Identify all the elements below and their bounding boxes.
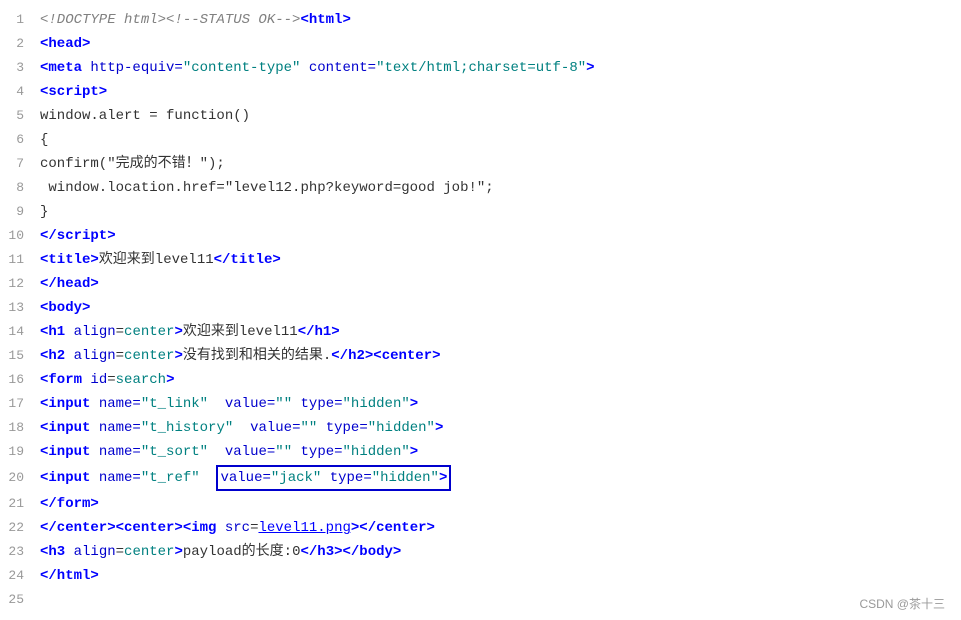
table-row: 25: [0, 588, 961, 612]
table-row: 10</script>: [0, 224, 961, 248]
line-content: <body>: [36, 297, 961, 319]
table-row: 13<body>: [0, 296, 961, 320]
table-row: 14<h1 align=center>欢迎来到level11</h1>: [0, 320, 961, 344]
line-number: 16: [0, 369, 36, 391]
line-content: </center><center><img src=level11.png></…: [36, 517, 961, 539]
line-number: 14: [0, 321, 36, 343]
line-number: 6: [0, 129, 36, 151]
table-row: 24</html>: [0, 564, 961, 588]
line-content: window.location.href="level12.php?keywor…: [36, 177, 961, 199]
line-number: 3: [0, 57, 36, 79]
line-content: <h2 align=center>没有找到和相关的结果.</h2><center…: [36, 345, 961, 367]
footer-label: CSDN @茶十三: [859, 595, 945, 612]
table-row: 3<meta http-equiv="content-type" content…: [0, 56, 961, 80]
table-row: 1<!DOCTYPE html><!--STATUS OK--><html>: [0, 8, 961, 32]
line-content: }: [36, 201, 961, 223]
line-content: <title>欢迎来到level11</title>: [36, 249, 961, 271]
line-content: <h3 align=center>payload的长度:0</h3></body…: [36, 541, 961, 563]
line-number: 4: [0, 81, 36, 103]
table-row: 17<input name="t_link" value="" type="hi…: [0, 392, 961, 416]
line-content: <meta http-equiv="content-type" content=…: [36, 57, 961, 79]
line-content: </head>: [36, 273, 961, 295]
table-row: 16<form id=search>: [0, 368, 961, 392]
line-number: 12: [0, 273, 36, 295]
line-number: 15: [0, 345, 36, 367]
line-content: <!DOCTYPE html><!--STATUS OK--><html>: [36, 9, 961, 31]
table-row: 22</center><center><img src=level11.png>…: [0, 516, 961, 540]
line-number: 13: [0, 297, 36, 319]
table-row: 12</head>: [0, 272, 961, 296]
line-number: 8: [0, 177, 36, 199]
line-content: {: [36, 129, 961, 151]
line-content: </html>: [36, 565, 961, 587]
line-number: 23: [0, 541, 36, 563]
line-number: 25: [0, 589, 36, 611]
line-content: <input name="t_link" value="" type="hidd…: [36, 393, 961, 415]
table-row: 6{: [0, 128, 961, 152]
line-number: 17: [0, 393, 36, 415]
line-content: <head>: [36, 33, 961, 55]
line-content: <h1 align=center>欢迎来到level11</h1>: [36, 321, 961, 343]
table-row: 15<h2 align=center>没有找到和相关的结果.</h2><cent…: [0, 344, 961, 368]
table-row: 19<input name="t_sort" value="" type="hi…: [0, 440, 961, 464]
table-row: 4<script>: [0, 80, 961, 104]
line-number: 2: [0, 33, 36, 55]
table-row: 9}: [0, 200, 961, 224]
line-number: 1: [0, 9, 36, 31]
line-number: 22: [0, 517, 36, 539]
table-row: 11<title>欢迎来到level11</title>: [0, 248, 961, 272]
line-number: 24: [0, 565, 36, 587]
line-number: 19: [0, 441, 36, 463]
line-content: <input name="t_sort" value="" type="hidd…: [36, 441, 961, 463]
line-content: confirm("完成的不错！");: [36, 153, 961, 175]
line-number: 21: [0, 493, 36, 515]
line-number: 9: [0, 201, 36, 223]
table-row: 7confirm("完成的不错！");: [0, 152, 961, 176]
line-content: <script>: [36, 81, 961, 103]
line-content: <input name="t_history" value="" type="h…: [36, 417, 961, 439]
code-container: 1<!DOCTYPE html><!--STATUS OK--><html>2<…: [0, 0, 961, 620]
line-number: 18: [0, 417, 36, 439]
line-content: </form>: [36, 493, 961, 515]
line-number: 5: [0, 105, 36, 127]
table-row: 21</form>: [0, 492, 961, 516]
line-content: <input name="t_ref" value="jack" type="h…: [36, 465, 961, 491]
line-number: 10: [0, 225, 36, 247]
line-content: window.alert = function(): [36, 105, 961, 127]
line-content: <form id=search>: [36, 369, 961, 391]
table-row: 20<input name="t_ref" value="jack" type=…: [0, 464, 961, 492]
line-number: 7: [0, 153, 36, 175]
line-number: 20: [0, 467, 36, 489]
table-row: 18<input name="t_history" value="" type=…: [0, 416, 961, 440]
line-content: </script>: [36, 225, 961, 247]
table-row: 23<h3 align=center>payload的长度:0</h3></bo…: [0, 540, 961, 564]
table-row: 2<head>: [0, 32, 961, 56]
line-number: 11: [0, 249, 36, 271]
table-row: 8 window.location.href="level12.php?keyw…: [0, 176, 961, 200]
table-row: 5window.alert = function(): [0, 104, 961, 128]
